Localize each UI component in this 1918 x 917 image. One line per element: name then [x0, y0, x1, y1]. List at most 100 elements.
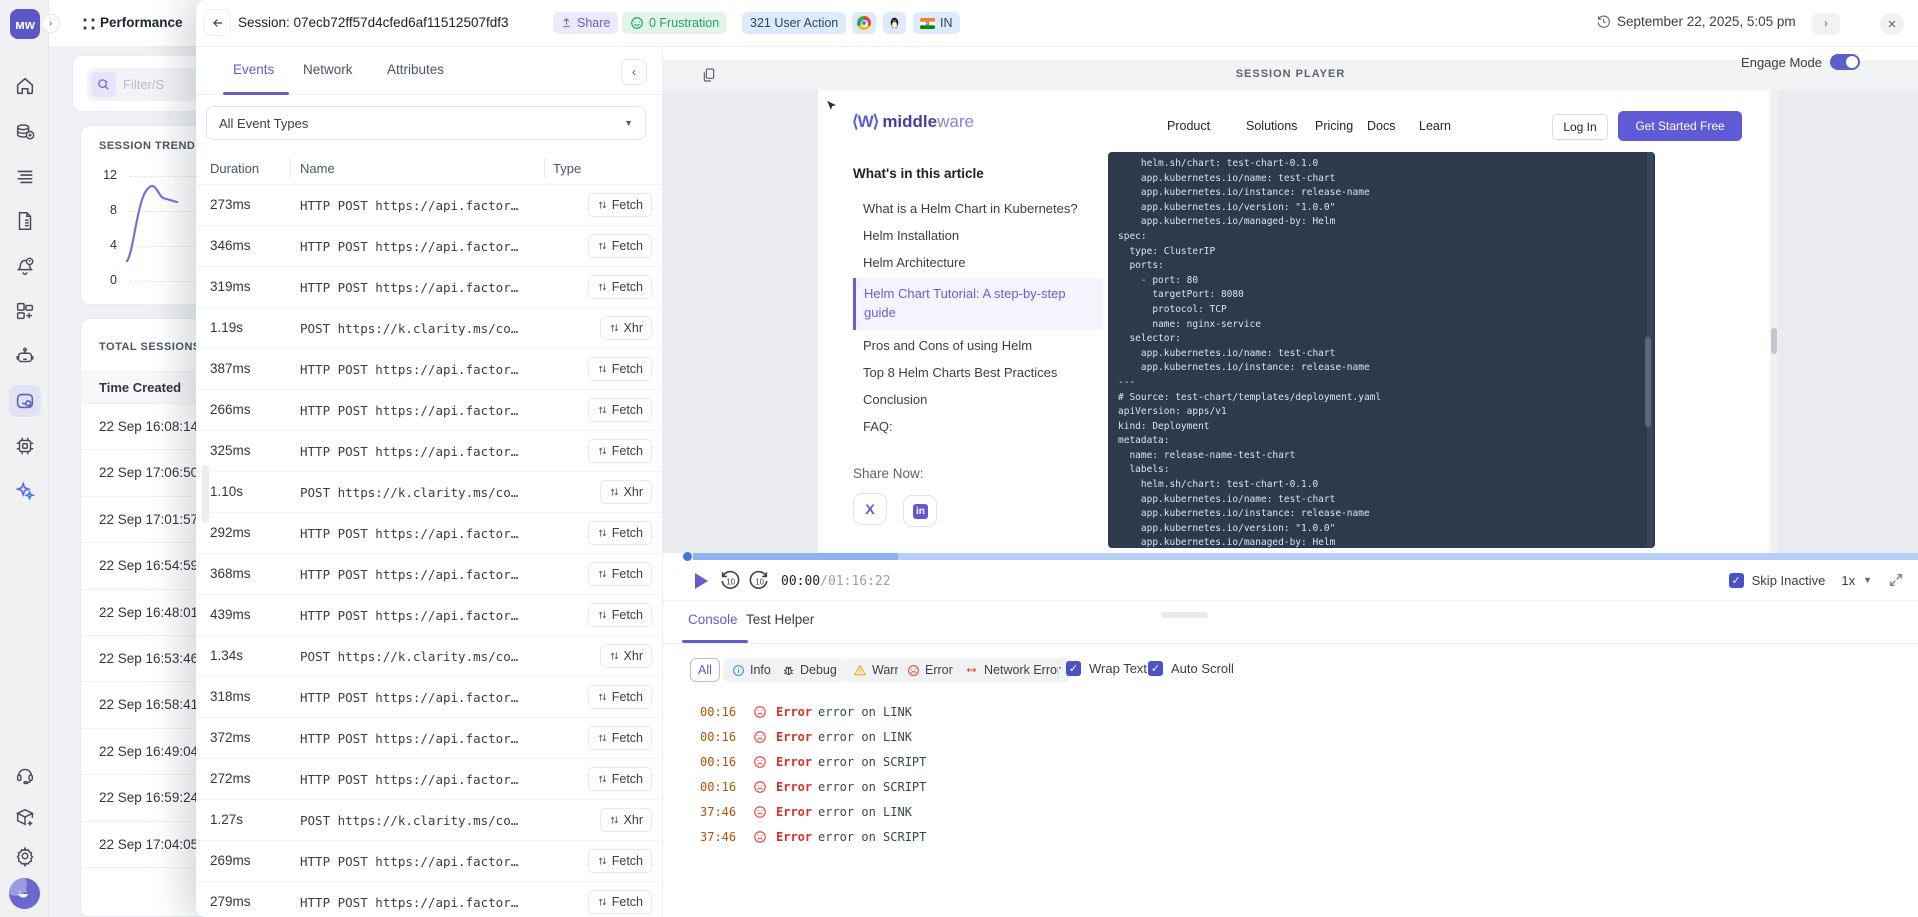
event-row[interactable]: 1.34s POST https://k.clarity.ms/co… Xhr	[196, 635, 662, 676]
event-row[interactable]: 368ms HTTP POST https://api.factor… Fetc…	[196, 553, 662, 594]
scrollbar-thumb[interactable]	[1161, 612, 1208, 618]
engage-mode-toggle[interactable]	[1830, 54, 1860, 70]
expand-icon[interactable]	[1888, 572, 1904, 588]
site-nav-docs[interactable]: Docs	[1367, 119, 1395, 133]
back-button[interactable]	[204, 9, 231, 36]
india-flag-icon	[920, 18, 935, 29]
replay-10-icon[interactable]: 10	[719, 570, 741, 592]
filter-info-chip[interactable]: Info	[723, 658, 780, 682]
skip-inactive-checkbox[interactable]: ✓	[1729, 573, 1744, 588]
filter-debug-chip[interactable]: Debug	[773, 658, 846, 682]
console-log-row[interactable]: 00:16 Error error on LINK	[663, 700, 1918, 725]
settings-gear-icon[interactable]	[14, 845, 36, 867]
console-log-row[interactable]: 37:46 Error error on LINK	[663, 800, 1918, 825]
playback-speed[interactable]: 1x	[1841, 573, 1855, 588]
middleware-logo[interactable]: ᴍᴡ	[10, 9, 40, 39]
previous-session-button[interactable]: ‹	[1778, 13, 1806, 35]
toc-item[interactable]: Helm Architecture	[853, 249, 1103, 276]
timeline-handle[interactable]	[683, 552, 692, 561]
column-type[interactable]: Type	[553, 161, 581, 176]
toc-item[interactable]: Pros and Cons of using Helm	[853, 332, 1103, 359]
bot-icon[interactable]	[14, 345, 36, 367]
ai-sparkle-icon[interactable]	[14, 480, 36, 502]
home-icon[interactable]	[14, 75, 36, 97]
site-nav-solutions[interactable]: Solutions	[1246, 119, 1297, 133]
auto-scroll-checkbox[interactable]: ✓	[1148, 661, 1163, 676]
console-log-row[interactable]: 00:16 Error error on SCRIPT	[663, 775, 1918, 800]
logs-icon[interactable]	[14, 165, 36, 187]
collapse-panel-button[interactable]: ‹	[621, 59, 647, 85]
user-avatar[interactable]	[9, 878, 40, 909]
event-row[interactable]: 319ms HTTP POST https://api.factor… Fetc…	[196, 266, 662, 307]
code-scrollbar[interactable]	[1647, 152, 1653, 548]
play-button[interactable]	[695, 573, 708, 589]
event-row[interactable]: 1.10s POST https://k.clarity.ms/co… Xhr	[196, 471, 662, 512]
column-header-time-created[interactable]: Time Created	[99, 380, 181, 395]
site-logo[interactable]: ⟨W⟩ middleware	[852, 112, 974, 132]
event-row[interactable]: 387ms HTTP POST https://api.factor… Fetc…	[196, 348, 662, 389]
site-nav-product[interactable]: Product	[1167, 119, 1210, 133]
event-row[interactable]: 266ms HTTP POST https://api.factor… Fetc…	[196, 389, 662, 430]
site-get-started-button[interactable]: Get Started Free	[1618, 111, 1742, 141]
console-log-row[interactable]: 00:16 Error error on LINK	[663, 725, 1918, 750]
filter-all-chip[interactable]: All	[690, 658, 720, 682]
support-headset-icon[interactable]	[14, 764, 36, 786]
site-scrollbar[interactable]	[1770, 90, 1778, 553]
event-row[interactable]: 318ms HTTP POST https://api.factor… Fetc…	[196, 676, 662, 717]
event-row[interactable]: 439ms HTTP POST https://api.factor… Fetc…	[196, 594, 662, 635]
toc-item[interactable]: Conclusion	[853, 386, 1103, 413]
filter-network-error-chip[interactable]: Network Error	[955, 658, 1070, 682]
share-button[interactable]: Share	[553, 12, 618, 34]
event-row[interactable]: 346ms HTTP POST https://api.factor… Fetc…	[196, 225, 662, 266]
tab-console[interactable]: Console	[688, 612, 738, 627]
toc-item[interactable]: Top 8 Helm Charts Best Practices	[853, 359, 1103, 386]
share-linkedin-button[interactable]: in	[903, 495, 937, 527]
event-row[interactable]: 273ms HTTP POST https://api.factor… Fetc…	[196, 184, 662, 225]
event-row[interactable]: 272ms HTTP POST https://api.factor… Fetc…	[196, 758, 662, 799]
share-x-button[interactable]: X	[853, 493, 887, 525]
tab-attributes[interactable]: Attributes	[387, 62, 444, 77]
session-replay-icon[interactable]	[9, 385, 41, 417]
toc-item[interactable]: What is a Helm Chart in Kubernetes?	[853, 195, 1103, 222]
alerts-icon[interactable]	[14, 255, 36, 277]
next-session-button[interactable]: ›	[1812, 13, 1840, 35]
column-name[interactable]: Name	[300, 161, 335, 176]
scrollbar-thumb[interactable]	[202, 465, 209, 523]
console-log-row[interactable]: 00:16 Error error on SCRIPT	[663, 750, 1918, 775]
sidebar-expand-button[interactable]: ›	[41, 14, 60, 33]
chevron-down-icon[interactable]: ▼	[1863, 575, 1872, 585]
tab-network[interactable]: Network	[303, 62, 353, 77]
session-datetime[interactable]: September 22, 2025, 5:05 pm	[1596, 14, 1796, 29]
package-add-icon[interactable]	[14, 806, 36, 828]
wrap-text-checkbox[interactable]: ✓	[1066, 661, 1081, 676]
toc-item[interactable]: FAQ:	[853, 413, 1103, 440]
toc-item[interactable]: Helm Installation	[853, 222, 1103, 249]
dashboards-icon[interactable]	[14, 300, 36, 322]
event-row[interactable]: 325ms HTTP POST https://api.factor… Fetc…	[196, 430, 662, 471]
document-icon[interactable]	[14, 210, 36, 232]
event-row[interactable]: 1.27s POST https://k.clarity.ms/co… Xhr	[196, 799, 662, 840]
tab-events[interactable]: Events	[233, 62, 274, 77]
event-row[interactable]: 269ms HTTP POST https://api.factor… Fetc…	[196, 840, 662, 881]
infrastructure-icon[interactable]	[14, 435, 36, 457]
forward-10-icon[interactable]: 10	[748, 570, 770, 592]
event-row[interactable]: 1.19s POST https://k.clarity.ms/co… Xhr	[196, 307, 662, 348]
tab-test-helper[interactable]: Test Helper	[746, 612, 814, 627]
replay-timeline[interactable]	[663, 553, 1918, 561]
site-login-button[interactable]: Log In	[1552, 114, 1608, 140]
event-row[interactable]: 292ms HTTP POST https://api.factor… Fetc…	[196, 512, 662, 553]
toc-item-active[interactable]: Helm Chart Tutorial: A step-by-step guid…	[853, 278, 1103, 330]
close-icon[interactable]: ✕	[1880, 13, 1904, 35]
column-duration[interactable]: Duration	[210, 161, 259, 176]
event-row[interactable]: 372ms HTTP POST https://api.factor… Fetc…	[196, 717, 662, 758]
event-type-chip: Xhr	[600, 644, 652, 668]
site-nav-pricing[interactable]: Pricing	[1315, 119, 1353, 133]
event-type-filter-select[interactable]: All Event Types ▼	[206, 106, 646, 140]
event-row[interactable]: 279ms HTTP POST https://api.factor… Fetc…	[196, 881, 662, 917]
console-log-row[interactable]: 37:46 Error error on SCRIPT	[663, 825, 1918, 850]
event-type-chip: Xhr	[600, 316, 652, 340]
total-sessions-title: TOTAL SESSIONS	[99, 341, 201, 353]
site-nav-learn[interactable]: Learn	[1419, 119, 1451, 133]
filter-error-chip[interactable]: Error	[898, 658, 962, 682]
billing-icon[interactable]	[14, 120, 36, 142]
